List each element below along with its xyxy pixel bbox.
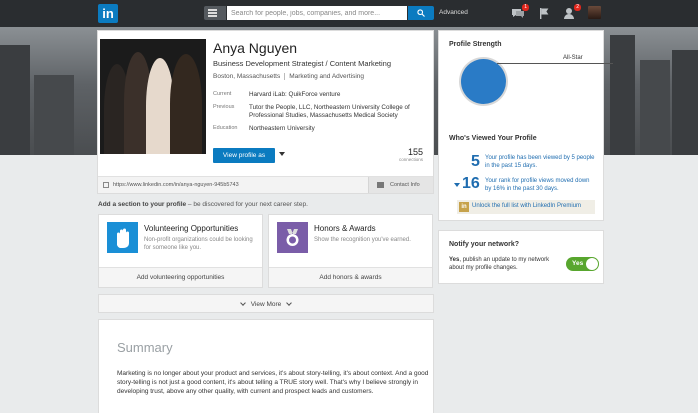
connections-count[interactable]: 155 (408, 147, 423, 157)
strength-pointer-line (497, 63, 613, 64)
award-medal-icon (277, 222, 308, 253)
notifications-badge: 2 (574, 4, 581, 11)
volunteering-card: Volunteering Opportunities Non-profit or… (98, 214, 263, 288)
avatar[interactable] (588, 6, 601, 19)
arrow-down-icon (454, 183, 460, 187)
profile-photo[interactable] (100, 39, 206, 154)
summary-card: Summary Marketing is no longer about you… (98, 319, 434, 413)
profile-views-count[interactable]: 5 (471, 153, 480, 171)
honors-title: Honors & Awards (314, 224, 376, 233)
connections-button[interactable]: 2 (563, 4, 581, 20)
connections-label: connections (398, 157, 423, 162)
search-icon (417, 9, 425, 17)
education-label: Education (213, 125, 238, 131)
summary-text: Marketing is no longer about your produc… (117, 370, 429, 395)
search-button[interactable] (408, 6, 434, 20)
honors-card: Honors & Awards Show the recognition you… (268, 214, 433, 288)
profile-card: Anya Nguyen Business Development Strateg… (97, 30, 434, 194)
chevron-down-icon[interactable] (279, 152, 285, 156)
profile-headline: Business Development Strategist / Conten… (213, 59, 392, 68)
view-profile-as-button[interactable]: View profile as (213, 148, 275, 163)
contact-info-button[interactable]: Contact Info (368, 177, 433, 193)
add-honors-button[interactable]: Add honors & awards (269, 267, 432, 287)
who-viewed-card: Who's Viewed Your Profile 5 Your profile… (438, 127, 604, 221)
contact-card-icon (377, 182, 384, 188)
education-value[interactable]: Northeastern University (249, 125, 439, 133)
notify-title: Notify your network? (449, 241, 520, 248)
volunteering-title: Volunteering Opportunities (144, 224, 239, 233)
add-section-title: Add a section to your profile – be disco… (98, 201, 308, 208)
profile-strength-meter[interactable] (461, 59, 506, 104)
premium-unlock-link[interactable]: in Unlock the full list with LinkedIn Pr… (457, 200, 595, 214)
industry-link[interactable]: Marketing and Advertising (289, 73, 364, 80)
notify-text: Yes, publish an update to my network abo… (449, 257, 550, 271)
messages-badge: 1 (522, 4, 529, 11)
advanced-search-link[interactable]: Advanced (439, 9, 468, 16)
current-value[interactable]: Harvard iLab: QuikForce venture (249, 91, 439, 99)
strength-level: All-Star (563, 55, 583, 61)
search-input[interactable] (227, 6, 407, 20)
volunteering-icon (107, 222, 138, 253)
chevron-down-icon (239, 300, 246, 306)
profile-views-text[interactable]: Your profile has been viewed by 5 people… (485, 154, 595, 170)
volunteering-desc: Non-profit organizations could be lookin… (144, 237, 253, 251)
location-link[interactable]: Boston, Massachusetts (213, 73, 280, 80)
notify-network-card: Notify your network? Yes, publish an upd… (438, 230, 604, 284)
previous-label: Previous (213, 104, 235, 110)
search-category-menu-button[interactable] (204, 6, 226, 20)
current-label: Current (213, 91, 232, 97)
chevron-down-icon (286, 300, 293, 306)
rank-change-number[interactable]: 16 (462, 175, 480, 193)
summary-title: Summary (117, 340, 173, 355)
menu-icon (208, 9, 217, 17)
rank-change-text[interactable]: Your rank for profile views moved down b… (485, 177, 595, 193)
linkedin-premium-icon: in (459, 202, 469, 212)
toggle-knob (586, 258, 598, 270)
public-url[interactable]: https://www.linkedin.com/in/anya-nguyen-… (113, 182, 239, 188)
flag-icon (540, 8, 549, 19)
public-url-bar: https://www.linkedin.com/in/anya-nguyen-… (98, 176, 433, 193)
link-icon (103, 182, 109, 188)
linkedin-logo[interactable]: in (98, 4, 118, 23)
notify-toggle[interactable]: Yes (566, 257, 599, 271)
view-more-button[interactable]: View More (98, 294, 434, 313)
who-viewed-title: Who's Viewed Your Profile (449, 135, 537, 142)
profile-strength-title: Profile Strength (449, 41, 502, 48)
previous-value[interactable]: Tutor the People, LLC, Northeastern Univ… (249, 104, 439, 120)
flag-button[interactable] (537, 6, 551, 20)
toggle-label: Yes (572, 260, 584, 267)
messages-button[interactable]: 1 (511, 4, 529, 20)
contact-info-label: Contact Info (390, 182, 420, 188)
add-volunteering-button[interactable]: Add volunteering opportunities (99, 267, 262, 287)
premium-unlock-text: Unlock the full list with LinkedIn Premi… (472, 203, 582, 209)
honors-desc: Show the recognition you've earned. (314, 237, 411, 243)
profile-name: Anya Nguyen (213, 40, 298, 56)
top-nav: in Advanced 1 2 (0, 0, 698, 27)
view-more-label: View More (250, 301, 282, 308)
profile-meta: Boston, Massachusetts Marketing and Adver… (213, 73, 364, 80)
